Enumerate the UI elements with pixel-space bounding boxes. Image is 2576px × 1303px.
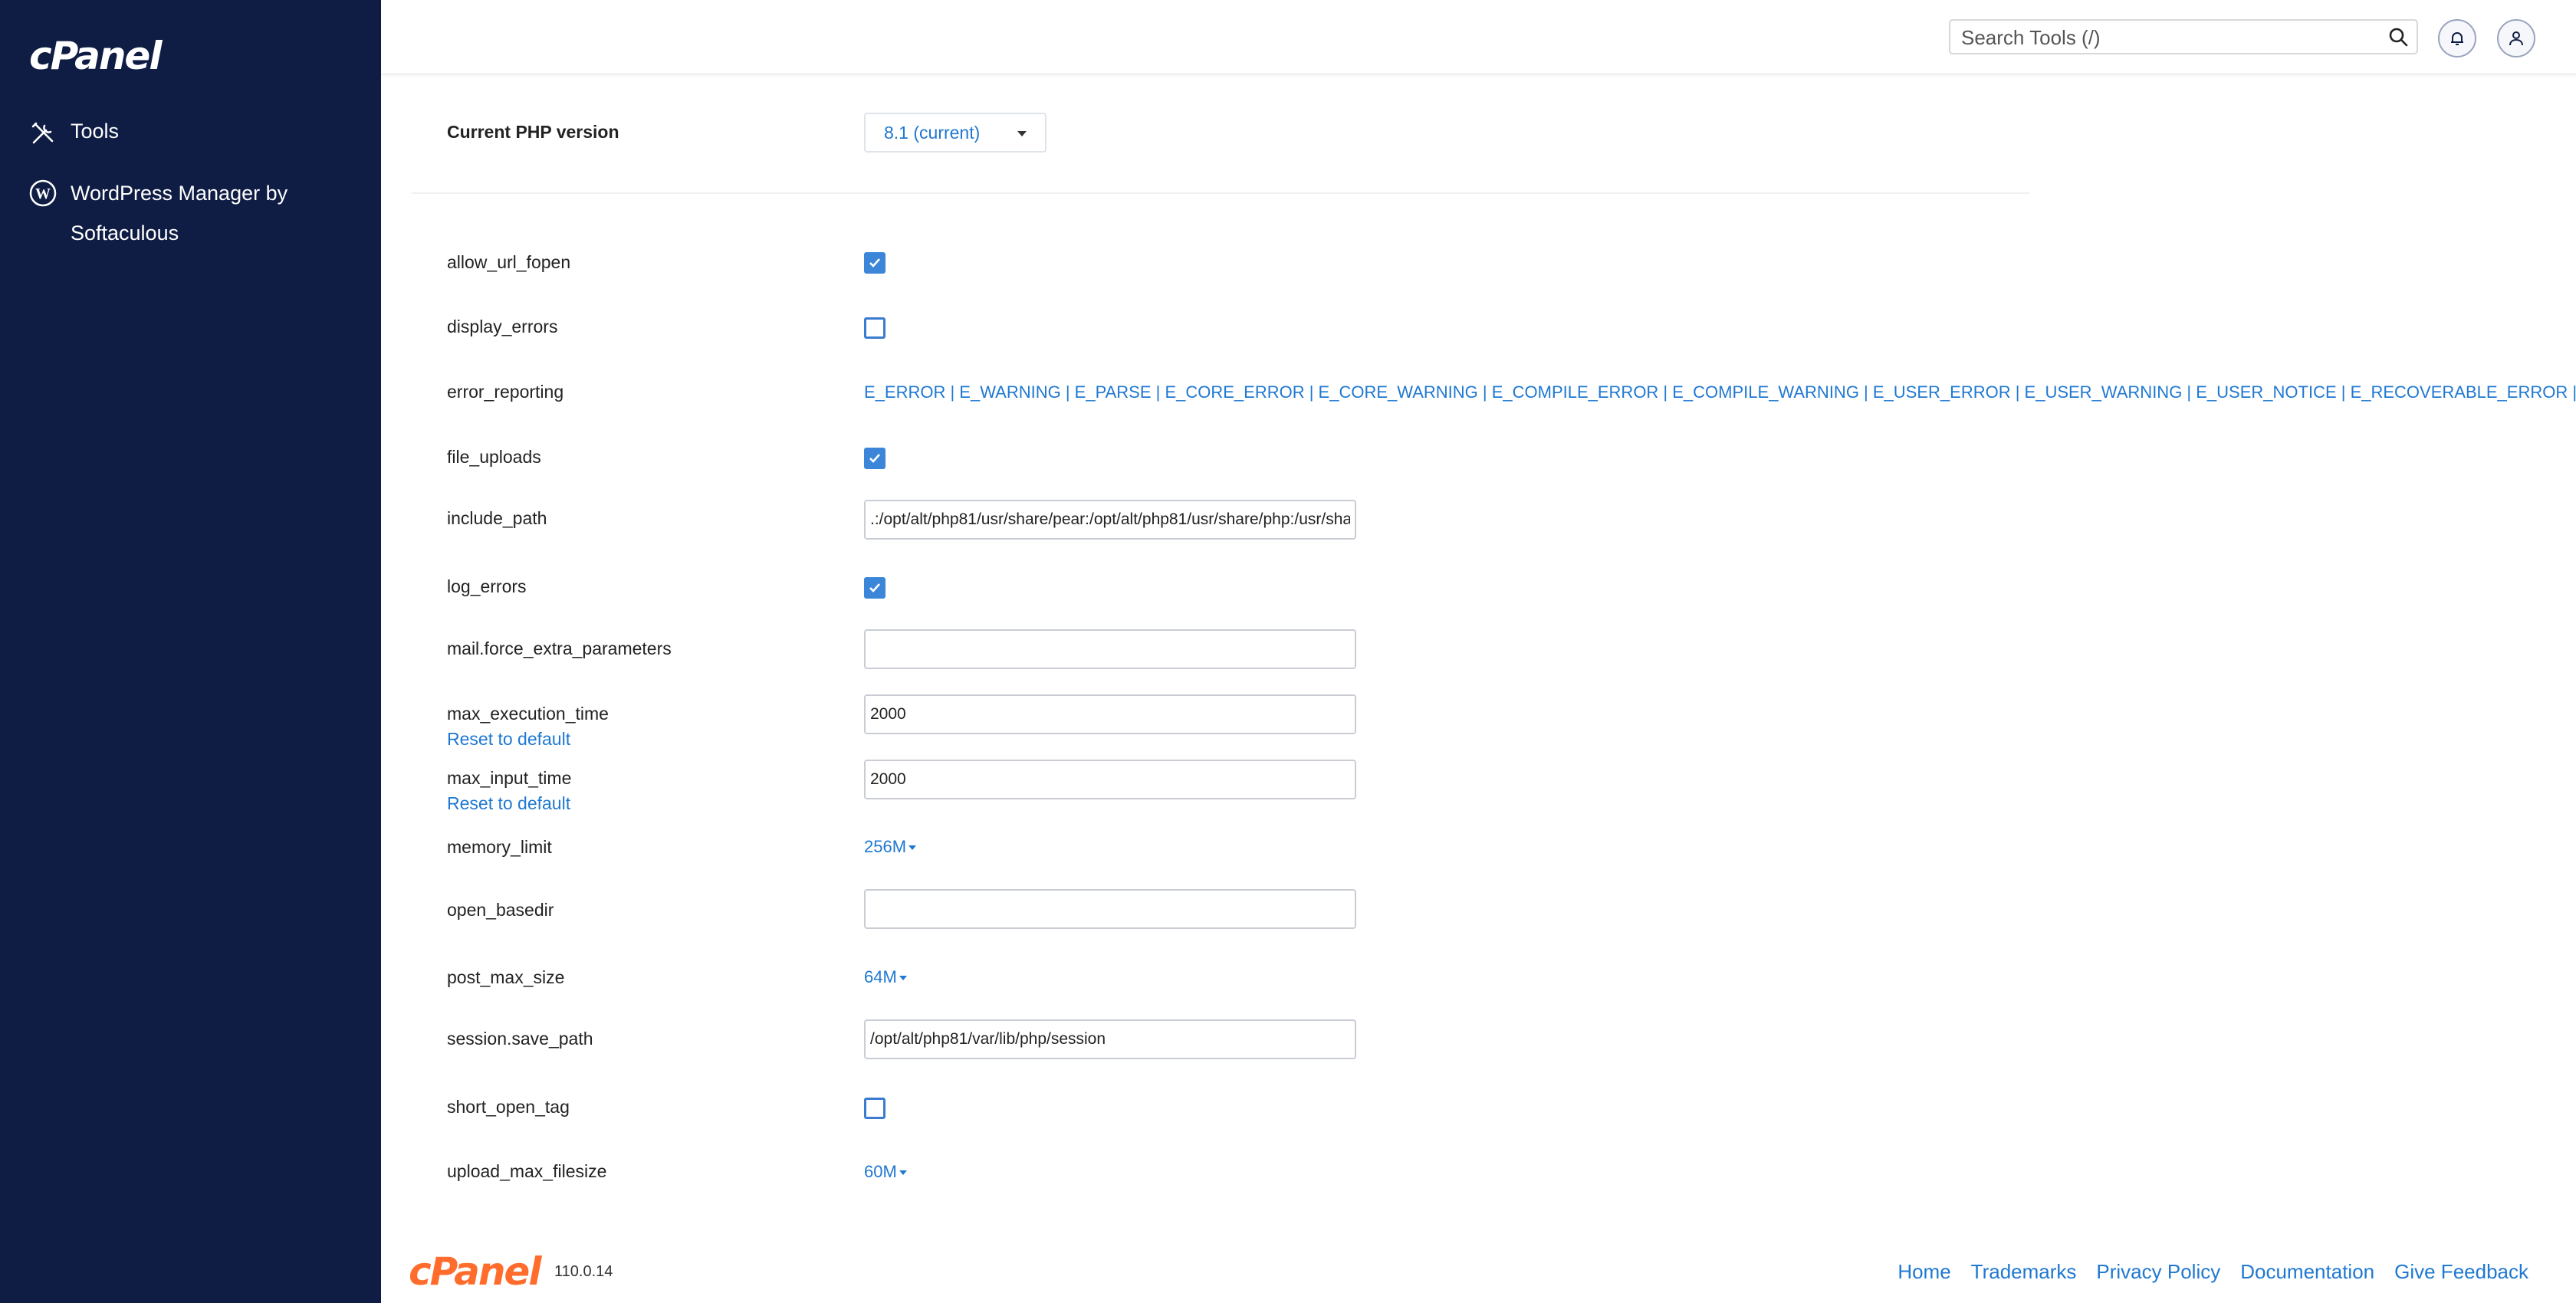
footer: cPanel 110.0.14 Home Trademarks Privacy … xyxy=(381,1242,2576,1303)
footer-cpanel-logo[interactable]: cPanel xyxy=(409,1249,541,1294)
log-errors-label: log_errors xyxy=(447,576,527,596)
include-path-input[interactable] xyxy=(864,500,1356,540)
max-input-time-label: max_input_time xyxy=(447,768,572,788)
checkmark-icon xyxy=(869,454,880,463)
footer-links: Home Trademarks Privacy Policy Documenta… xyxy=(1898,1260,2528,1284)
chevron-down-icon xyxy=(1017,131,1027,136)
upload-max-filesize-dropdown[interactable]: 60M xyxy=(864,1162,907,1182)
sidebar-item-wordpress-manager[interactable]: W WordPress Manager by Softaculous xyxy=(29,173,351,253)
footer-link-documentation[interactable]: Documentation xyxy=(2240,1260,2374,1284)
user-menu-button[interactable] xyxy=(2497,19,2535,57)
session-save-path-input[interactable] xyxy=(864,1019,1356,1059)
mail-force-extra-parameters-label: mail.force_extra_parameters xyxy=(447,638,672,658)
footer-version: 110.0.14 xyxy=(554,1263,613,1280)
cpanel-logo[interactable]: cPanel xyxy=(29,34,162,78)
sidebar-item-tools[interactable]: Tools xyxy=(29,120,119,147)
footer-link-give-feedback[interactable]: Give Feedback xyxy=(2394,1260,2528,1284)
user-icon xyxy=(2509,31,2523,46)
chevron-down-icon xyxy=(899,1170,907,1176)
search-icon[interactable] xyxy=(2387,26,2409,48)
checkmark-icon xyxy=(869,583,880,592)
checkmark-icon xyxy=(869,258,880,267)
file-uploads-checkbox[interactable] xyxy=(864,448,886,469)
sidebar-item-label: WordPress Manager by Softaculous xyxy=(71,182,288,245)
log-errors-checkbox[interactable] xyxy=(864,577,886,599)
footer-link-privacy-policy[interactable]: Privacy Policy xyxy=(2096,1260,2220,1284)
error-reporting-label: error_reporting xyxy=(447,382,564,402)
current-php-version-label: Current PHP version xyxy=(447,122,619,142)
max-input-time-reset-link[interactable]: Reset to default xyxy=(447,793,570,814)
display-errors-checkbox[interactable] xyxy=(864,317,886,339)
error-reporting-value[interactable]: E_ERROR | E_WARNING | E_PARSE | E_CORE_E… xyxy=(864,382,2576,402)
chevron-down-icon xyxy=(909,845,917,851)
open-basedir-label: open_basedir xyxy=(447,900,554,920)
bell-icon xyxy=(2451,32,2463,45)
max-execution-time-label: max_execution_time xyxy=(447,704,609,724)
mail-force-extra-parameters-input[interactable] xyxy=(864,629,1356,669)
wordpress-icon: W xyxy=(29,179,57,207)
chevron-down-icon xyxy=(899,976,907,981)
max-execution-time-input[interactable] xyxy=(864,694,1356,734)
session-save-path-label: session.save_path xyxy=(447,1029,593,1049)
memory-limit-dropdown[interactable]: 256M xyxy=(864,837,917,857)
notifications-button[interactable] xyxy=(2438,19,2476,57)
sidebar: cPanel Tools W WordPress Manager by Soft… xyxy=(0,0,381,1303)
svg-text:W: W xyxy=(35,185,51,202)
footer-link-home[interactable]: Home xyxy=(1898,1260,1950,1284)
upload-max-filesize-value: 60M xyxy=(864,1162,897,1181)
open-basedir-input[interactable] xyxy=(864,889,1356,929)
short-open-tag-label: short_open_tag xyxy=(447,1097,570,1117)
php-version-select[interactable]: 8.1 (current) xyxy=(864,113,1046,153)
allow-url-fopen-label: allow_url_fopen xyxy=(447,252,571,272)
search-input[interactable] xyxy=(1960,21,2377,54)
max-input-time-input[interactable] xyxy=(864,760,1356,799)
footer-link-trademarks[interactable]: Trademarks xyxy=(1971,1260,2077,1284)
max-execution-time-reset-link[interactable]: Reset to default xyxy=(447,729,570,750)
allow-url-fopen-checkbox[interactable] xyxy=(864,252,886,274)
post-max-size-dropdown[interactable]: 64M xyxy=(864,967,907,987)
tools-icon xyxy=(31,122,54,144)
upload-max-filesize-label: upload_max_filesize xyxy=(447,1161,607,1181)
file-uploads-label: file_uploads xyxy=(447,447,541,467)
post-max-size-value: 64M xyxy=(864,967,897,986)
sidebar-item-label: Tools xyxy=(71,120,120,143)
php-version-value: 8.1 (current) xyxy=(884,123,981,143)
include-path-label: include_path xyxy=(447,508,547,528)
post-max-size-label: post_max_size xyxy=(447,967,565,987)
search-box xyxy=(1949,19,2418,54)
memory-limit-label: memory_limit xyxy=(447,837,552,857)
display-errors-label: display_errors xyxy=(447,317,558,336)
divider xyxy=(412,192,2029,194)
memory-limit-value: 256M xyxy=(864,837,907,856)
short-open-tag-checkbox[interactable] xyxy=(864,1098,886,1119)
